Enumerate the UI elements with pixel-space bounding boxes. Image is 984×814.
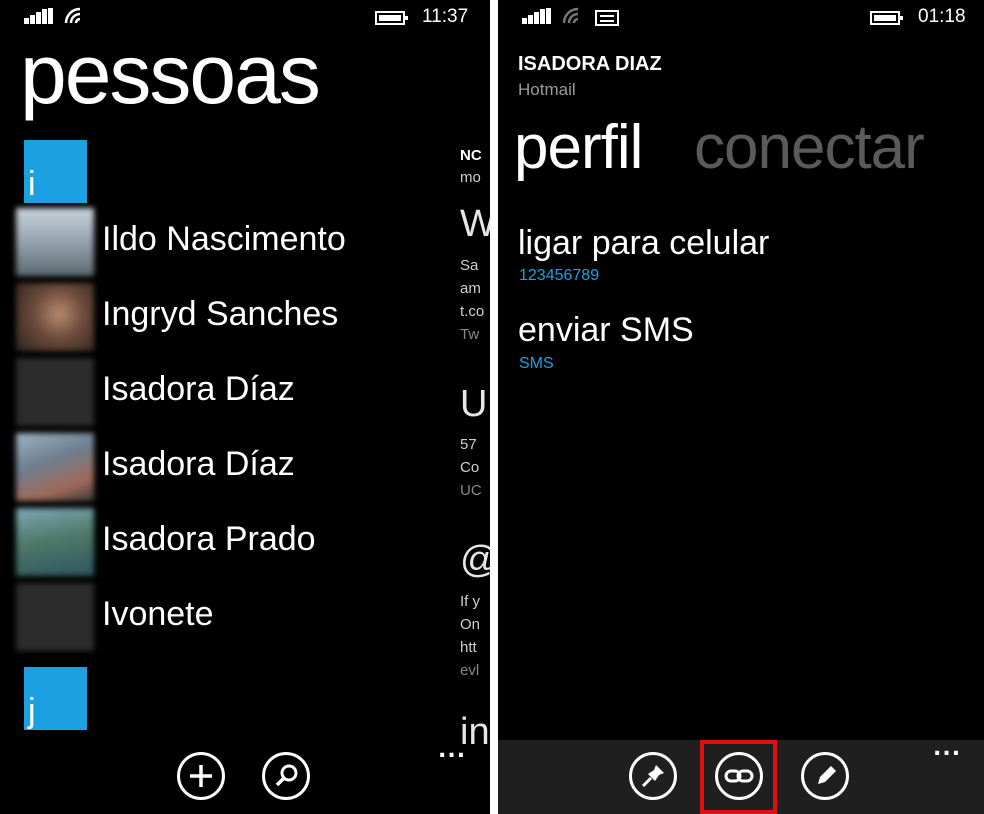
peek-text: Sa bbox=[460, 257, 479, 274]
peek-text: If y bbox=[460, 593, 481, 610]
wifi-icon bbox=[64, 7, 81, 24]
battery-icon bbox=[375, 11, 408, 25]
contact-name: Ivonete bbox=[102, 595, 214, 633]
peek-text: U bbox=[460, 383, 488, 425]
contact-item[interactable]: Isadora Prado bbox=[16, 508, 436, 583]
peek-text: W bbox=[460, 203, 490, 245]
contact-item[interactable]: Ivonete bbox=[16, 583, 436, 658]
group-header-i[interactable]: i bbox=[24, 140, 87, 203]
pin-to-start-button[interactable] bbox=[629, 752, 677, 800]
people-hub-screen: 11:37 pessoas i Ildo Nascimento Ingryd S… bbox=[0, 0, 490, 814]
peek-text: Tw bbox=[460, 326, 480, 343]
signal-icon bbox=[24, 8, 54, 24]
contact-name: Ildo Nascimento bbox=[102, 220, 346, 258]
contact-name-header: ISADORA DIAZ bbox=[518, 53, 662, 75]
more-options-button[interactable]: ... bbox=[933, 736, 961, 761]
wifi-icon bbox=[562, 7, 579, 24]
peek-text: 57 bbox=[460, 436, 477, 453]
status-bar: 01:18 bbox=[498, 0, 984, 36]
contact-name: Isadora Prado bbox=[102, 520, 316, 558]
message-icon bbox=[595, 10, 619, 26]
action-title: enviar SMS bbox=[518, 311, 694, 349]
app-bar: ... bbox=[498, 736, 984, 814]
peek-text: On bbox=[460, 616, 481, 633]
add-icon bbox=[190, 765, 212, 787]
clock: 01:18 bbox=[918, 6, 966, 27]
peek-text: am bbox=[460, 280, 481, 297]
account-source: Hotmail bbox=[518, 80, 576, 99]
avatar bbox=[16, 283, 94, 351]
battery-icon bbox=[870, 11, 903, 25]
peek-text: evl bbox=[460, 662, 480, 679]
edit-contact-button[interactable] bbox=[801, 752, 849, 800]
contact-item[interactable]: Isadora Díaz bbox=[16, 358, 436, 433]
group-header-j[interactable]: j bbox=[24, 667, 87, 730]
action-subtitle: 123456789 bbox=[519, 267, 600, 284]
add-contact-button[interactable] bbox=[177, 752, 225, 800]
edit-icon bbox=[818, 766, 836, 784]
pin-icon bbox=[641, 765, 664, 788]
avatar bbox=[16, 358, 94, 426]
search-button[interactable] bbox=[262, 752, 310, 800]
avatar bbox=[16, 208, 94, 276]
avatar bbox=[16, 433, 94, 501]
tab-conectar[interactable]: conectar bbox=[694, 113, 925, 182]
peek-text: htt bbox=[460, 639, 477, 656]
avatar bbox=[16, 508, 94, 576]
action-title: ligar para celular bbox=[518, 224, 770, 262]
signal-icon bbox=[522, 8, 552, 24]
contact-name: Isadora Díaz bbox=[102, 370, 295, 408]
action-subtitle: SMS bbox=[519, 355, 554, 372]
avatar bbox=[16, 583, 94, 651]
contact-name: Isadora Díaz bbox=[102, 445, 295, 483]
peek-text: NC bbox=[460, 147, 482, 164]
contact-item[interactable]: Ingryd Sanches bbox=[16, 283, 436, 358]
peek-text: UC bbox=[460, 482, 482, 499]
contact-name: Ingryd Sanches bbox=[102, 295, 339, 333]
highlight-box bbox=[700, 740, 777, 814]
contact-profile-screen: 01:18 ISADORA DIAZ Hotmail perfil conect… bbox=[498, 0, 984, 814]
clock: 11:37 bbox=[422, 6, 469, 27]
peek-text: t.co bbox=[460, 303, 485, 320]
peek-text: Co bbox=[460, 459, 480, 476]
tab-perfil[interactable]: perfil bbox=[514, 113, 643, 182]
search-icon bbox=[275, 764, 298, 787]
peek-text: mo bbox=[460, 169, 481, 186]
more-options-button[interactable]: ... bbox=[438, 738, 466, 763]
page-title: pessoas bbox=[20, 27, 321, 121]
contact-item[interactable]: Isadora Díaz bbox=[16, 433, 436, 508]
contact-item[interactable]: Ildo Nascimento bbox=[16, 208, 436, 283]
peek-text: @ bbox=[460, 540, 490, 580]
